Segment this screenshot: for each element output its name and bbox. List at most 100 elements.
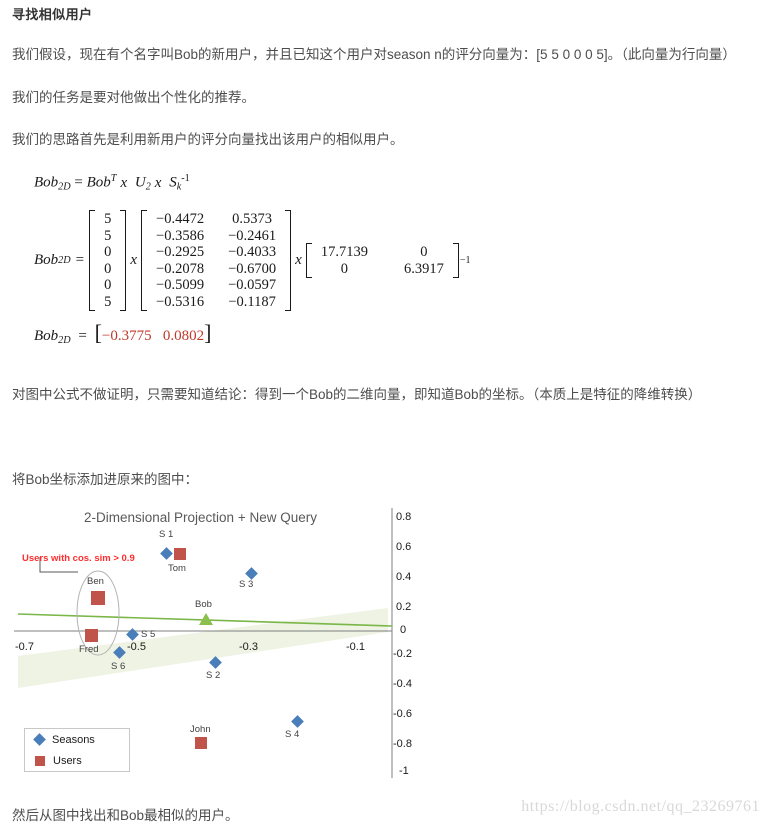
formula-bob-t: Bob: [86, 174, 111, 191]
point-label-s2: S 2: [206, 670, 221, 681]
u-cell: −0.2461: [228, 227, 277, 244]
s-matrix: 17.7139 0 0 6.3917: [305, 243, 459, 278]
result-value-x: −0.3775: [101, 328, 152, 344]
point-label-ben: Ben: [87, 576, 104, 587]
u-cell: −0.2078: [156, 260, 205, 277]
legend-item-users: Users: [25, 750, 129, 771]
paragraph-3: 我们的思路首先是利用新用户的评分向量找出该用户的相似用户。: [12, 132, 404, 147]
y-tick-label: -0.2: [393, 648, 412, 660]
chart-title: 2-Dimensional Projection + New Query: [84, 510, 317, 525]
paragraph-4: 对图中公式不做证明，只需要知道结论：得到一个Bob的二维向量，即知道Bob的坐标…: [12, 387, 702, 402]
bob-vector-cell: 5: [104, 227, 112, 244]
s-matrix-inverse-exponent: −1: [459, 255, 471, 266]
formula-s: S: [169, 174, 177, 191]
y-tick-label: 0: [400, 624, 407, 636]
paragraph-2: 我们的任务是要对他做出个性化的推荐。: [12, 90, 255, 105]
u-cell: −0.5316: [156, 293, 205, 310]
u-cell: 0.5373: [232, 211, 273, 227]
point-tom: [174, 548, 186, 560]
formula2-lhs-sub: 2D: [58, 255, 71, 266]
u-cell: −0.5099: [156, 277, 205, 293]
result-bracket-open: [: [94, 320, 102, 345]
square-marker-icon: [35, 755, 45, 766]
u-cell: −0.6700: [228, 260, 277, 277]
point-label-s4: S 4: [285, 729, 300, 740]
formula3-equals: =: [78, 328, 87, 344]
point-s1: [160, 547, 173, 560]
point-label-s5: S 5: [141, 629, 156, 640]
formula2-times-2: x: [295, 252, 302, 268]
s-cell: 0: [420, 244, 428, 260]
formula-line-1: Bob2D = BobT x U2 x Sk-1: [34, 173, 190, 192]
x-tick-label: -0.1: [346, 641, 365, 653]
point-s5: [126, 628, 139, 641]
s-cell: 0: [340, 260, 348, 277]
x-tick-label: -0.7: [15, 641, 34, 653]
point-john: [195, 737, 207, 749]
bob-vector-cell: 5: [104, 211, 112, 227]
u-cell: −0.4472: [156, 211, 205, 227]
bob-vector-cells: 5 5 0 0 0 5: [95, 210, 120, 311]
s-cell: 6.3917: [403, 260, 444, 277]
formula-times-1: x: [120, 174, 128, 191]
u-cell: −0.3586: [156, 227, 205, 244]
projection-scatter-chart: 2-Dimensional Projection + New Query S 1…: [0, 500, 420, 790]
legend-item-seasons: Seasons: [25, 729, 129, 750]
paragraph-5: 将Bob坐标添加进原来的图中：: [12, 472, 199, 487]
formula-times-2: x: [154, 174, 162, 191]
formula-line-3: Bob2D = [−0.3775 0.0802]: [34, 320, 211, 346]
point-ben: [91, 591, 105, 605]
formula-lhs: Bob: [34, 174, 59, 191]
point-label-fred: Fred: [79, 644, 99, 655]
point-s4: [291, 715, 304, 728]
result-bracket-close: ]: [204, 320, 212, 345]
formula-lhs-sub: 2D: [58, 181, 71, 193]
y-tick-label: 0.4: [396, 571, 412, 583]
x-tick-label: -0.3: [239, 641, 258, 653]
point-label-bob: Bob: [195, 599, 212, 610]
bob-vector-matrix: 5 5 0 0 0 5: [89, 210, 127, 311]
watermark: https://blog.csdn.net/qq_23269761: [521, 798, 760, 815]
formula3-lhs-sub: 2D: [58, 334, 71, 346]
formula-equals: =: [74, 174, 83, 191]
y-tick-label: 0.6: [396, 541, 412, 553]
paragraph-1: 我们假设，现在有个名字叫Bob的新用户，并且已知这个用户对season n的评分…: [12, 47, 736, 62]
legend-label-users: Users: [53, 754, 82, 767]
bob-vector-cell: 0: [104, 244, 112, 260]
u-cell: −0.4033: [228, 244, 277, 260]
page-title: 寻找相似用户: [12, 7, 93, 22]
point-s3: [245, 567, 258, 580]
point-label-s1: S 1: [159, 529, 174, 540]
formula2-lhs: Bob: [34, 252, 59, 268]
legend-label-seasons: Seasons: [52, 733, 95, 746]
u-cell: −0.0597: [228, 277, 277, 293]
formula-line-2: Bob 2D = 5 5 0 0 0 5 x −0.4472 0.5373 −0.…: [34, 210, 470, 311]
similar-users-annotation: Users with cos. sim > 0.9: [22, 553, 135, 564]
y-tick-label: -0.8: [393, 738, 412, 750]
y-tick-label: -1: [399, 765, 409, 777]
formula3-lhs: Bob: [34, 328, 59, 344]
page-root: 寻找相似用户 我们假设，现在有个名字叫Bob的新用户，并且已知这个用户对seas…: [0, 0, 768, 829]
u-matrix-cells: −0.4472 0.5373 −0.3586 −0.2461 −0.2925 −…: [147, 210, 285, 311]
result-value-y: 0.0802: [162, 328, 205, 344]
point-bob: [199, 613, 213, 625]
y-tick-label: -0.4: [393, 678, 412, 690]
formula2-times-1: x: [130, 252, 138, 268]
chart-legend: Seasons Users: [24, 728, 130, 772]
bob-vector-cell: 0: [104, 260, 112, 277]
point-label-s6: S 6: [111, 661, 126, 672]
formula2-equals: =: [75, 252, 85, 268]
u-cell: −0.2925: [156, 244, 205, 260]
formula-s-sup: -1: [181, 173, 190, 184]
y-tick-label: 0.2: [396, 601, 412, 613]
point-label-tom: Tom: [168, 563, 186, 574]
u-matrix: −0.4472 0.5373 −0.3586 −0.2461 −0.2925 −…: [141, 210, 292, 311]
point-label-john: John: [190, 724, 211, 735]
point-label-s3: S 3: [239, 579, 254, 590]
diamond-marker-icon: [33, 733, 46, 746]
y-tick-label: 0.8: [396, 511, 412, 523]
u-cell: −0.1187: [228, 293, 276, 310]
s-matrix-cells: 17.7139 0 0 6.3917: [312, 243, 453, 278]
y-tick-label: -0.6: [393, 708, 412, 720]
formula-u: U: [134, 174, 146, 191]
